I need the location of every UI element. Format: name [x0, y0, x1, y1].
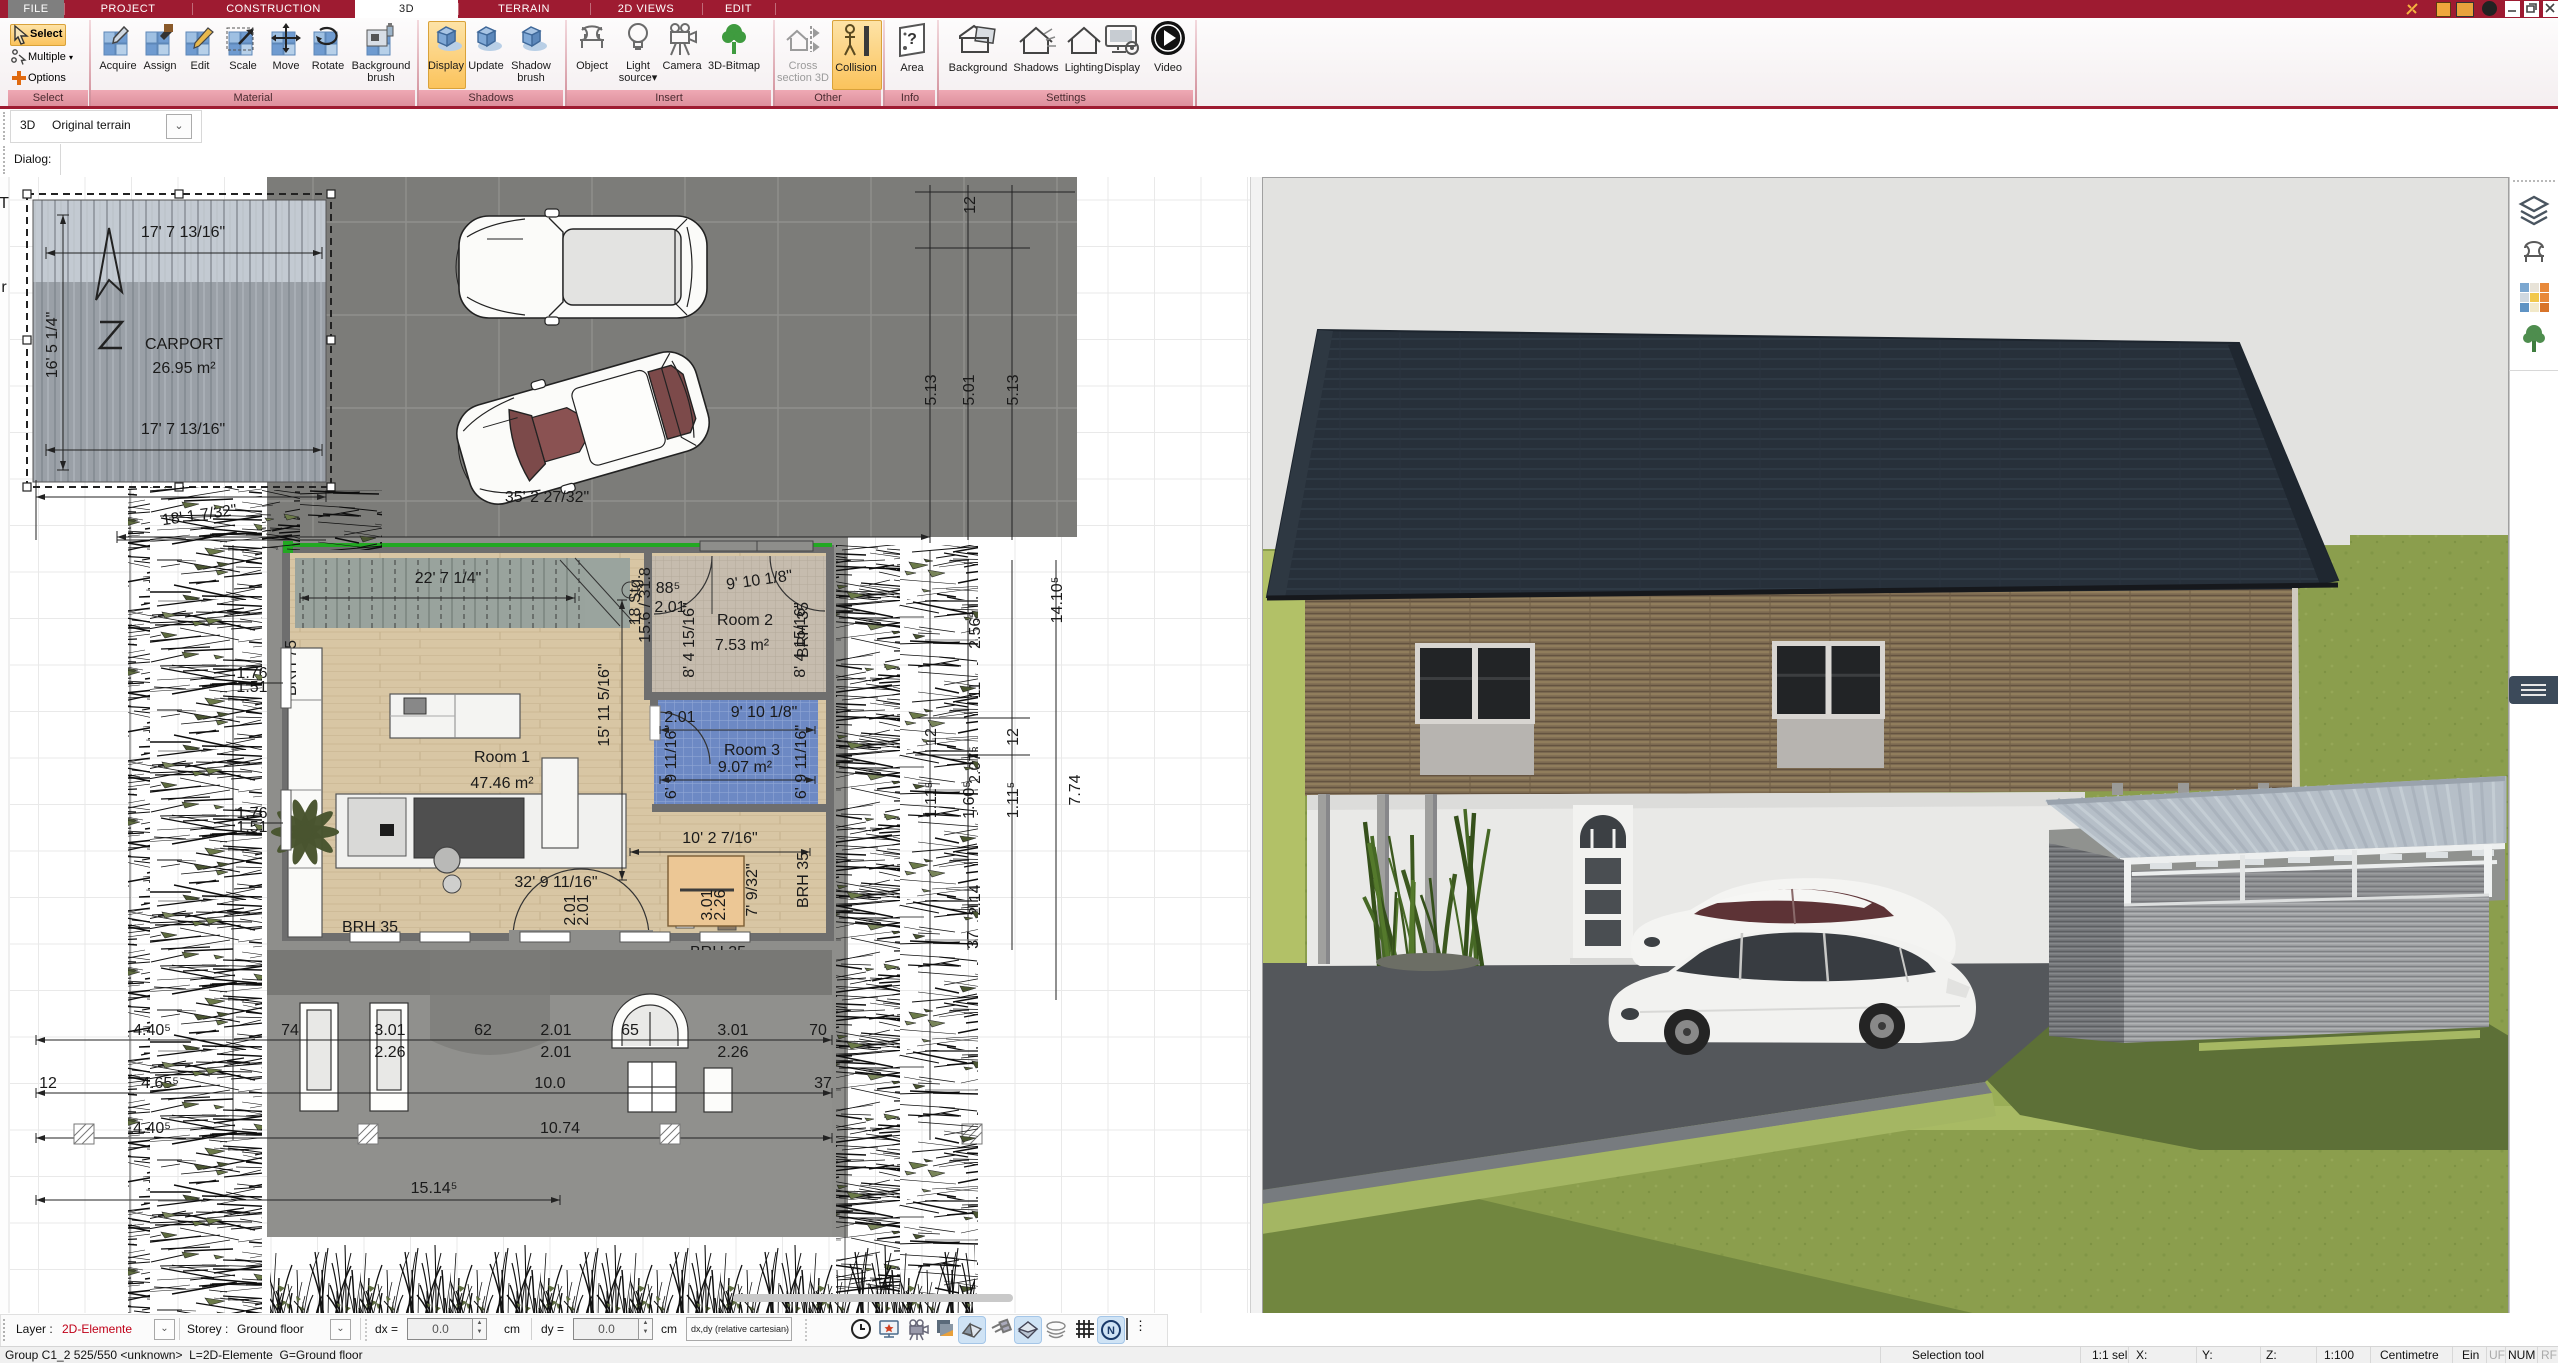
svg-text:17' 7 13/16": 17' 7 13/16" — [141, 421, 225, 438]
svg-text:3.01: 3.01 — [717, 1022, 748, 1039]
svg-text:Room 1: Room 1 — [474, 749, 530, 766]
svg-text:7.53 m²: 7.53 m² — [715, 637, 770, 654]
svg-text:5.13: 5.13 — [923, 374, 940, 405]
svg-text:9.07 m²: 9.07 m² — [718, 759, 773, 776]
svg-text:6' 9 11/16": 6' 9 11/16" — [663, 725, 680, 799]
svg-text:74: 74 — [281, 1022, 299, 1039]
svg-text:12: 12 — [1005, 728, 1022, 746]
svg-text:15.14⁵: 15.14⁵ — [411, 1180, 458, 1197]
svg-text:10' 2 7/16": 10' 2 7/16" — [682, 830, 757, 847]
svg-text:2.26: 2.26 — [712, 889, 729, 920]
svg-text:2.01: 2.01 — [540, 1022, 571, 1039]
svg-text:T: T — [0, 195, 9, 212]
svg-text:17' 7 13/16": 17' 7 13/16" — [141, 224, 225, 241]
svg-text:88⁵: 88⁵ — [656, 580, 680, 597]
svg-text:5.01: 5.01 — [961, 374, 978, 405]
svg-text:32' 9 11/16": 32' 9 11/16" — [514, 874, 597, 891]
svg-text:8' 4 15/16": 8' 4 15/16" — [681, 602, 698, 677]
svg-text:2.01: 2.01 — [575, 894, 592, 925]
svg-text:BRH 35: BRH 35 — [795, 602, 812, 658]
svg-text:CARPORT: CARPORT — [145, 336, 223, 353]
svg-text:6' 9 11/16": 6' 9 11/16" — [793, 725, 810, 799]
svg-text:16' 5 1/4": 16' 5 1/4" — [44, 312, 61, 379]
svg-text:37: 37 — [814, 1075, 832, 1092]
svg-text:65: 65 — [621, 1022, 639, 1039]
svg-text:7.74: 7.74 — [1067, 774, 1084, 805]
svg-text:2.01: 2.01 — [664, 709, 695, 726]
svg-text:5.13: 5.13 — [1005, 374, 1022, 405]
svg-text:12: 12 — [962, 196, 979, 214]
svg-text:35' 2 27/32": 35' 2 27/32" — [505, 489, 589, 506]
svg-text:9' 10 1/8": 9' 10 1/8" — [731, 704, 798, 721]
svg-text:BRH 35: BRH 35 — [795, 852, 812, 908]
svg-text:r: r — [1, 279, 7, 296]
svg-text:Room 2: Room 2 — [717, 612, 773, 629]
svg-text:62: 62 — [474, 1022, 492, 1039]
svg-text:15.6 / 31.8: 15.6 / 31.8 — [637, 567, 654, 643]
svg-text:26.95 m²: 26.95 m² — [152, 360, 216, 377]
svg-text:2.01: 2.01 — [540, 1044, 571, 1061]
svg-text:?: ? — [907, 31, 917, 48]
svg-text:47.46 m²: 47.46 m² — [470, 775, 534, 792]
svg-text:10.0: 10.0 — [534, 1075, 565, 1092]
svg-text:14.10⁵: 14.10⁵ — [1049, 577, 1066, 624]
svg-text:2.26: 2.26 — [717, 1044, 748, 1061]
svg-text:3.01: 3.01 — [374, 1022, 405, 1039]
svg-text:70: 70 — [809, 1022, 827, 1039]
svg-text:10.74: 10.74 — [540, 1120, 580, 1137]
svg-text:N: N — [1107, 1325, 1115, 1337]
svg-text:22' 7 1/4": 22' 7 1/4" — [415, 570, 482, 587]
svg-text:1.11⁵: 1.11⁵ — [1005, 782, 1022, 819]
svg-text:Room 3: Room 3 — [724, 742, 780, 759]
svg-text:15' 11 5/16": 15' 11 5/16" — [596, 663, 613, 746]
svg-text:7' 9/32": 7' 9/32" — [744, 863, 761, 916]
svg-text:2.26: 2.26 — [374, 1044, 405, 1061]
svg-text:12: 12 — [39, 1075, 57, 1092]
